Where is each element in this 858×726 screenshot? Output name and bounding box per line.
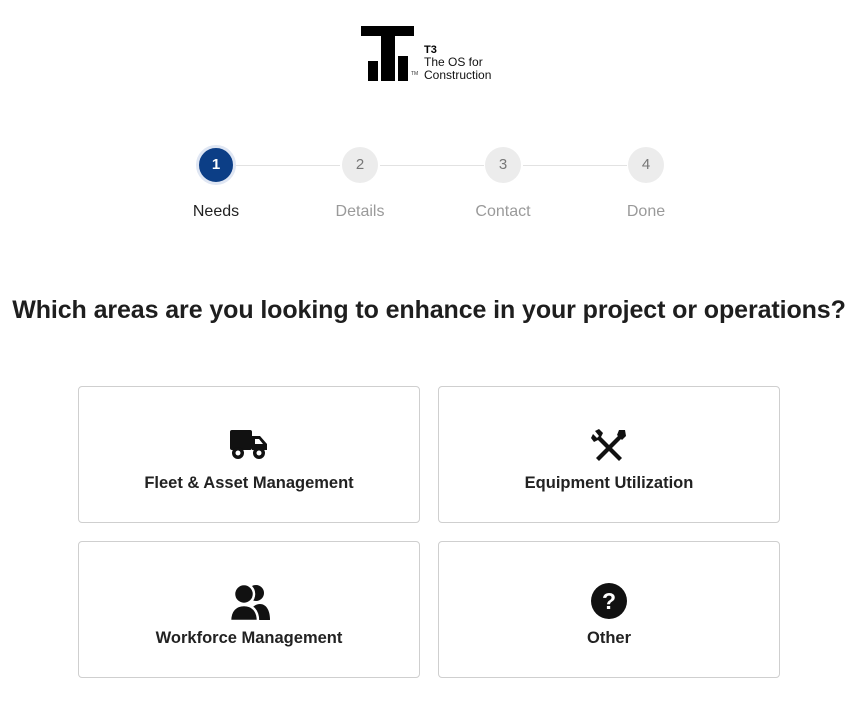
step-number: 4 — [628, 147, 664, 183]
tagline-line-1: The OS for — [424, 55, 483, 69]
step-done: 4 Done — [601, 145, 691, 221]
option-equipment-utilization[interactable]: Equipment Utilization — [438, 386, 780, 523]
option-label: Workforce Management — [155, 629, 343, 647]
people-icon — [229, 582, 270, 622]
tools-icon — [589, 427, 629, 467]
option-label: Equipment Utilization — [524, 474, 694, 492]
svg-text:?: ? — [602, 588, 616, 614]
step-details: 2 Details — [315, 145, 405, 221]
step-number: 3 — [485, 147, 521, 183]
question-icon: ? — [589, 582, 629, 622]
tagline-line-2: Construction — [424, 67, 492, 82]
question-heading: Which areas are you looking to enhance i… — [12, 296, 846, 324]
step-label: Contact — [475, 203, 531, 220]
t3-logo-mark-icon — [361, 26, 414, 81]
step-number: 1 — [196, 145, 236, 185]
step-label: Needs — [192, 203, 240, 220]
step-label: Details — [335, 203, 385, 220]
trademark: TM — [411, 71, 419, 77]
step-number: 2 — [342, 147, 378, 183]
page: TM T3 The OS for Construction 1 Needs 2 … — [0, 0, 858, 726]
brand-tagline: The OS for Construction — [424, 56, 491, 81]
option-fleet-asset-management[interactable]: Fleet & Asset Management — [78, 386, 420, 523]
option-other[interactable]: ? Other — [438, 541, 780, 678]
option-label: Other — [586, 629, 631, 647]
truck-icon — [229, 427, 269, 467]
t3-logo: TM T3 The OS for Construction — [361, 26, 501, 82]
step-needs: 1 Needs — [171, 145, 261, 221]
option-label: Fleet & Asset Management — [144, 474, 354, 492]
step-label: Done — [626, 203, 666, 220]
step-contact: 3 Contact — [458, 145, 548, 221]
progress-stepper: 1 Needs 2 Details 3 Contact 4 Done — [0, 145, 858, 235]
option-workforce-management[interactable]: Workforce Management — [78, 541, 420, 678]
